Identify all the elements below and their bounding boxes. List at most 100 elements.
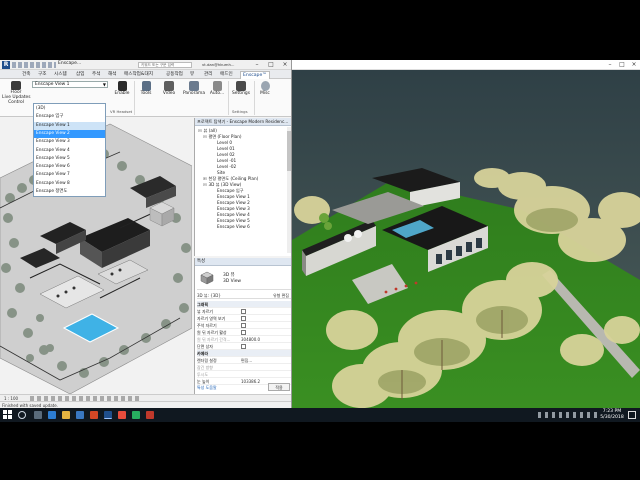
enable-button[interactable]: Enable [112, 81, 132, 96]
auto-label: Auto... [209, 91, 225, 96]
edit-type-button[interactable]: 유형 편집 [273, 292, 289, 299]
dropdown-item-enscape-view-3[interactable]: Enscape View 3 [34, 138, 105, 146]
revit-window: R Enscape... 키워드 또는 구문 입력 vt.dan@hkumh..… [0, 60, 292, 408]
task-view-icon[interactable] [34, 411, 42, 419]
checkbox[interactable] [241, 316, 246, 321]
tab-collaborate[interactable]: 공동작업 [166, 71, 183, 79]
media-icon[interactable] [118, 411, 126, 419]
user-account[interactable]: vt.dan@hkumh... [202, 62, 235, 67]
tree-label: Level -01 [217, 158, 237, 163]
taskbar-clock[interactable]: 7:23 PM 5/30/2018 [600, 409, 624, 421]
revit-app-button[interactable]: R [2, 61, 10, 69]
property-value: 304800.0 [241, 337, 261, 342]
misc-label: Misc [260, 91, 270, 96]
settings-group-label: Settings [232, 109, 248, 114]
tab-massing-site[interactable]: 매스작업&대지 [124, 71, 153, 79]
floor-live-updates-button[interactable]: Floor Live Updates Control [2, 81, 31, 105]
tab-addins[interactable]: 애드인 [220, 71, 233, 79]
document-tab[interactable]: Enscape... [58, 61, 81, 66]
tab-analyze[interactable]: 해석 [108, 71, 116, 79]
dropdown-item-enscape-view-7[interactable]: Enscape View 7 [34, 171, 105, 179]
close-icon[interactable]: × [280, 60, 290, 70]
auto-button[interactable]: Auto... [208, 81, 226, 96]
property-row: 단면 상자 [197, 343, 291, 350]
system-tray-icons[interactable] [538, 412, 598, 418]
dropdown-item-enscape-view-6[interactable]: Enscape View 6 [34, 163, 105, 171]
tab-annotate[interactable]: 주석 [92, 71, 100, 79]
misc-button[interactable]: Misc [256, 81, 274, 96]
scrollbar[interactable] [287, 127, 291, 253]
panorama-button[interactable]: Panorama [182, 81, 206, 96]
video-button[interactable]: Video [158, 81, 180, 96]
maximize-icon[interactable]: □ [266, 60, 276, 70]
settings-button[interactable]: Settings [230, 81, 252, 96]
tab-enscape[interactable]: Enscape™ [240, 71, 270, 79]
tab-structure[interactable]: 구조 [38, 71, 46, 79]
view-select-dropdown[interactable]: Enscape View 1 ▼ [32, 81, 108, 88]
file-explorer-icon[interactable] [62, 411, 70, 419]
view-control-bar: 1 : 100 [0, 394, 291, 401]
close-icon[interactable]: × [628, 60, 640, 70]
tab-insert[interactable]: 삽입 [76, 71, 84, 79]
tree-label: Enscape 입구 [217, 188, 244, 193]
dropdown-item-enscape-view-4[interactable]: Enscape View 4 [34, 147, 105, 155]
tree-item[interactable]: Enscape View 6 [217, 224, 250, 230]
office-icon[interactable] [90, 411, 98, 419]
minimize-icon[interactable]: – [604, 60, 616, 70]
tree-label: Enscape View 4 [217, 212, 250, 217]
status-bar: Finished with saved update. [0, 401, 291, 408]
quick-access-toolbar[interactable] [12, 62, 56, 68]
dropdown-item-3d[interactable]: (3D) [34, 105, 105, 113]
tab-manage[interactable]: 관리 [204, 71, 212, 79]
property-group: 카메라 [197, 350, 291, 357]
desktop: R Enscape... 키워드 또는 구문 입력 vt.dan@hkumh..… [0, 0, 640, 480]
property-row: 주석 자르기 [197, 322, 291, 329]
checkbox[interactable] [241, 323, 246, 328]
tools-button[interactable]: Tools [136, 81, 156, 96]
dropdown-item-enscape-view-8[interactable]: Enscape View 8 [34, 180, 105, 188]
dropdown-item-enscape-view-2[interactable]: Enscape View 2 [34, 129, 105, 139]
tree-label: Level 01 [217, 146, 235, 151]
windows-start-icon[interactable] [3, 410, 13, 420]
properties-help-link[interactable]: 특성 도움말 [197, 385, 217, 391]
tree-toggle-icon[interactable]: ⊟ [203, 134, 207, 139]
edge-icon[interactable] [48, 411, 56, 419]
render-settings-edit[interactable]: 편집... [241, 357, 252, 364]
tree-toggle-icon[interactable]: ⊟ [203, 182, 207, 187]
scrollbar-thumb[interactable] [287, 131, 291, 171]
tools-icon [141, 81, 151, 91]
revit-taskbar-icon[interactable] [104, 411, 112, 419]
dropdown-item-enscape-entrance[interactable]: Enscape 입구 [34, 113, 105, 121]
tab-systems[interactable]: 시스템 [54, 71, 67, 79]
property-value[interactable]: 103386.2 [241, 378, 260, 385]
search-icon[interactable] [18, 411, 26, 419]
checkbox[interactable] [241, 344, 246, 349]
tree-toggle-icon[interactable]: ⊟ [198, 128, 202, 133]
store-icon[interactable] [76, 411, 84, 419]
minimize-icon[interactable]: – [252, 60, 262, 70]
clock-date: 5/30/2018 [600, 415, 624, 420]
apply-button[interactable]: 적용 [268, 383, 290, 391]
view-dropdown-list: (3D) Enscape 입구 Enscape View 1 Enscape V… [33, 103, 106, 197]
tree-label: Enscape View 6 [217, 224, 250, 229]
info-icon [260, 81, 270, 91]
enscape-render-viewport[interactable] [292, 70, 640, 408]
tab-view[interactable]: 뷰 [190, 71, 194, 79]
type-selector[interactable]: 3D 뷰 3D View [197, 268, 291, 290]
type-subname: 3D View [223, 279, 241, 284]
checkbox[interactable] [241, 330, 246, 335]
notification-icon[interactable] [628, 411, 636, 419]
tab-architecture[interactable]: 건축 [22, 71, 30, 79]
maximize-icon[interactable]: □ [616, 60, 628, 70]
dropdown-item-enscape-view-1[interactable]: Enscape View 1 [34, 121, 105, 130]
tree-toggle-icon[interactable]: ⊞ [203, 176, 207, 181]
checkbox[interactable] [241, 309, 246, 314]
instance-selector[interactable]: 3D 뷰: {3D} 유형 편집 [197, 292, 291, 299]
help-search-input[interactable]: 키워드 또는 구문 입력 [138, 62, 192, 68]
property-row: 원 뒤 자르기 활성 [197, 329, 291, 336]
dropdown-item-enscape-view-5[interactable]: Enscape View 5 [34, 155, 105, 163]
tree-label: Site [217, 170, 226, 175]
app-icon[interactable] [132, 411, 140, 419]
app-icon[interactable] [146, 411, 154, 419]
dropdown-item-enscape-elevation[interactable]: Enscape 정면도 [34, 188, 105, 196]
